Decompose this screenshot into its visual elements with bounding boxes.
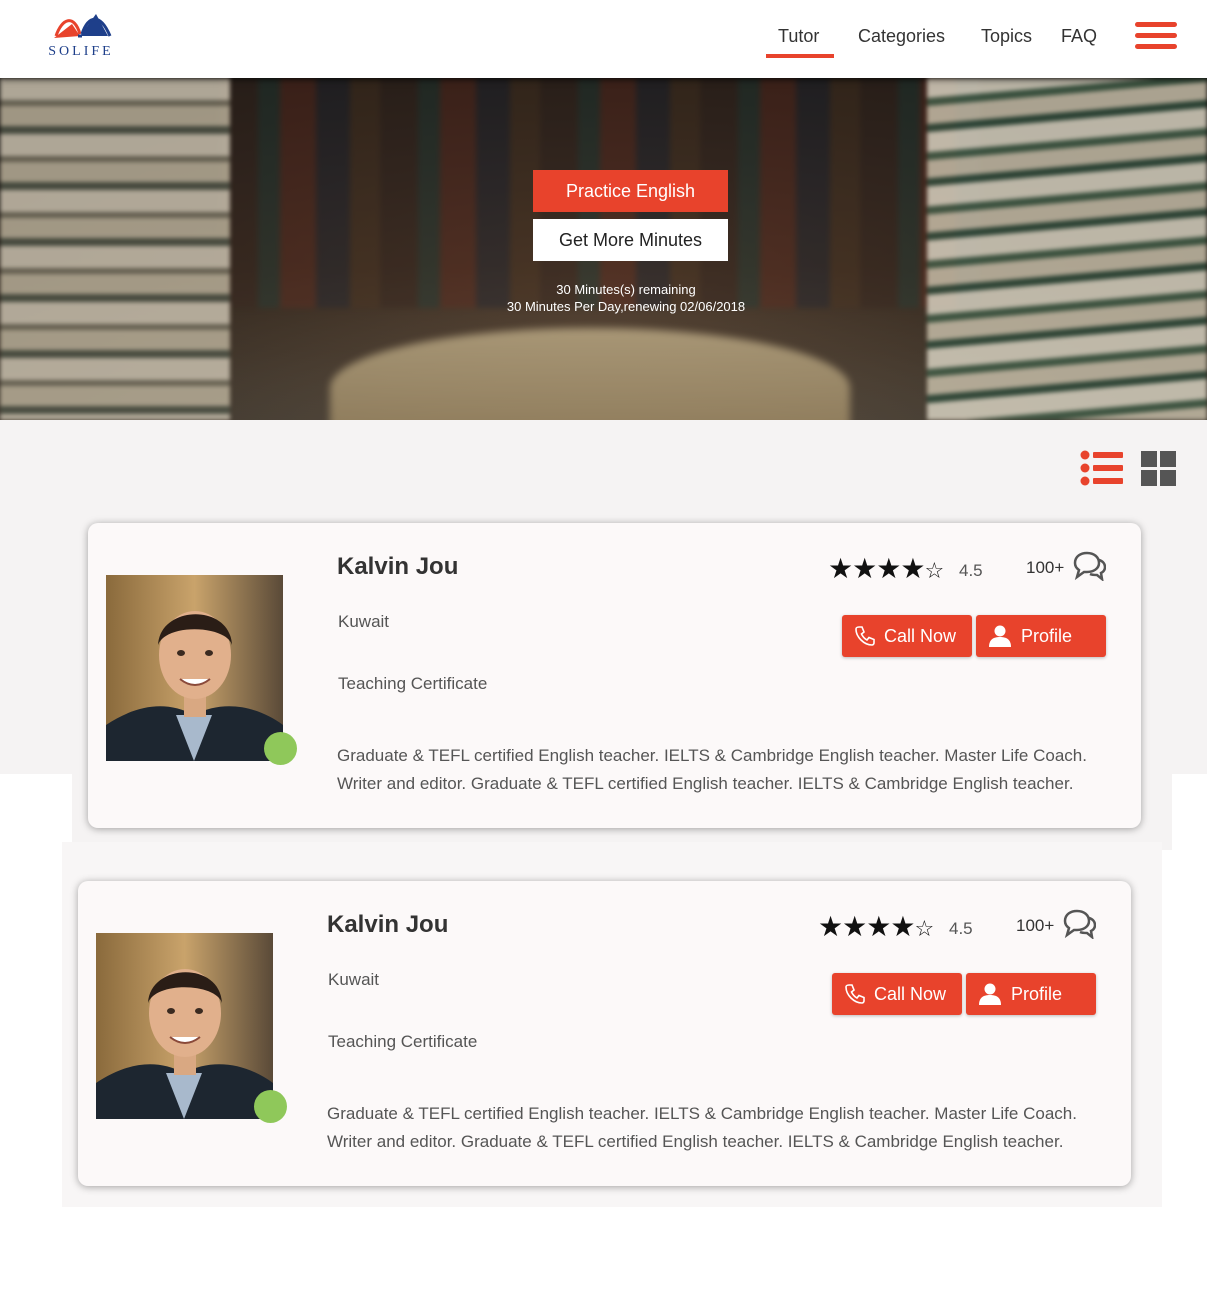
minutes-remaining-text: 30 Minutes(s) remaining bbox=[556, 282, 696, 297]
tutor-description-line: Graduate & TEFL certified English teache… bbox=[327, 1104, 1077, 1123]
book-logo-icon bbox=[54, 14, 112, 38]
call-now-button[interactable]: Call Now bbox=[842, 615, 972, 657]
profile-button[interactable]: Profile bbox=[966, 973, 1096, 1015]
tutor-photo bbox=[106, 575, 283, 761]
tutor-location: Kuwait bbox=[328, 970, 380, 989]
hamburger-icon[interactable] bbox=[1135, 22, 1177, 50]
star-filled-icon: ★ bbox=[852, 553, 877, 584]
brand-name: SOLIFE bbox=[48, 44, 114, 59]
rating-value: 4.5 bbox=[949, 919, 973, 938]
solife-logo[interactable]: SOLIFE bbox=[44, 6, 118, 62]
minutes-renewal-text: 30 Minutes Per Day,renewing 02/06/2018 bbox=[506, 299, 746, 314]
tutor-certificate: Teaching Certificate bbox=[328, 1032, 478, 1051]
nav-topics[interactable]: Topics bbox=[981, 26, 1032, 47]
call-now-label: Call Now bbox=[874, 984, 947, 1004]
profile-label: Profile bbox=[1011, 984, 1063, 1004]
profile-label: Profile bbox=[1021, 626, 1073, 646]
call-now-label: Call Now bbox=[884, 626, 957, 646]
tutor-name[interactable]: Kalvin Jou bbox=[327, 911, 448, 939]
hero-banner: Practice English Get More Minutes 30 Min… bbox=[0, 78, 1207, 420]
tutor-card: Kalvin Jou Kuwait Teaching Certificate G… bbox=[78, 881, 1131, 1186]
tutor-name[interactable]: Kalvin Jou bbox=[337, 553, 458, 581]
nav-active-indicator bbox=[766, 54, 834, 58]
tutor-description-line: Writer and editor. Graduate & TEFL certi… bbox=[327, 1132, 1064, 1151]
tutor-location: Kuwait bbox=[338, 612, 390, 631]
star-rating: ★★★★☆ bbox=[818, 910, 934, 943]
nav-tutor[interactable]: Tutor bbox=[778, 26, 819, 47]
chat-bubbles-icon[interactable] bbox=[1072, 551, 1107, 583]
online-status-indicator bbox=[264, 732, 297, 765]
rating-value: 4.5 bbox=[959, 561, 983, 580]
hero-book-stack-right bbox=[927, 78, 1207, 420]
top-header: SOLIFE Tutor Categories Topics FAQ bbox=[0, 0, 1207, 78]
practice-english-button[interactable]: Practice English bbox=[533, 170, 728, 212]
get-more-minutes-button[interactable]: Get More Minutes bbox=[533, 219, 728, 261]
hero-book-stack-left bbox=[0, 78, 230, 420]
star-filled-icon: ★ bbox=[866, 911, 891, 942]
star-empty-icon: ☆ bbox=[914, 916, 934, 941]
hero-open-book bbox=[330, 328, 850, 420]
call-now-button[interactable]: Call Now bbox=[832, 973, 962, 1015]
tutor-description: Graduate & TEFL certified English teache… bbox=[337, 742, 1127, 798]
grid-view-icon[interactable] bbox=[1141, 451, 1177, 487]
list-view-icon[interactable] bbox=[1080, 450, 1124, 486]
star-filled-icon: ★ bbox=[900, 553, 925, 584]
nav-categories[interactable]: Categories bbox=[858, 26, 945, 47]
tutor-description-line: Writer and editor. Graduate & TEFL certi… bbox=[337, 774, 1074, 793]
online-status-indicator bbox=[254, 1090, 287, 1123]
tutor-photo bbox=[96, 933, 273, 1119]
star-rating: ★★★★☆ bbox=[828, 552, 944, 585]
tutor-card: Kalvin Jou Kuwait Teaching Certificate G… bbox=[88, 523, 1141, 828]
chat-bubbles-icon[interactable] bbox=[1062, 909, 1097, 941]
tutor-description-line: Graduate & TEFL certified English teache… bbox=[337, 746, 1087, 765]
profile-button[interactable]: Profile bbox=[976, 615, 1106, 657]
phone-icon bbox=[855, 626, 875, 646]
star-filled-icon: ★ bbox=[818, 911, 843, 942]
tutor-description: Graduate & TEFL certified English teache… bbox=[327, 1100, 1117, 1156]
user-icon bbox=[989, 625, 1011, 647]
review-count: 100+ bbox=[1026, 558, 1065, 577]
star-filled-icon: ★ bbox=[842, 911, 867, 942]
review-count: 100+ bbox=[1016, 916, 1055, 935]
star-empty-icon: ☆ bbox=[924, 558, 944, 583]
minutes-info: 30 Minutes(s) remaining 30 Minutes Per D… bbox=[430, 281, 822, 315]
star-filled-icon: ★ bbox=[876, 553, 901, 584]
phone-icon bbox=[845, 984, 865, 1004]
star-filled-icon: ★ bbox=[890, 911, 915, 942]
tutor-certificate: Teaching Certificate bbox=[338, 674, 488, 693]
user-icon bbox=[979, 983, 1001, 1005]
star-filled-icon: ★ bbox=[828, 553, 853, 584]
nav-faq[interactable]: FAQ bbox=[1061, 26, 1097, 47]
